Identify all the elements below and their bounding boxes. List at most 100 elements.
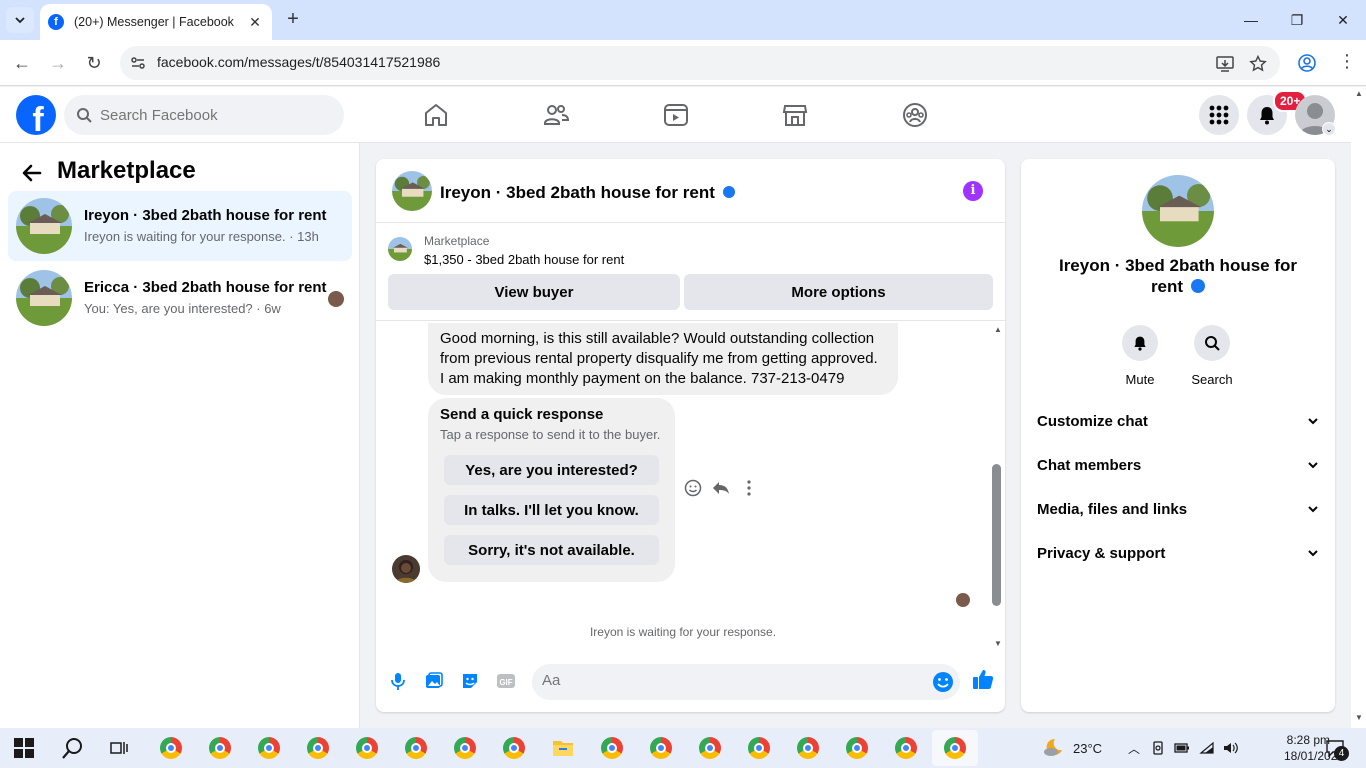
info-icon[interactable]: i	[963, 181, 983, 201]
chevron-down-icon	[1308, 506, 1318, 513]
message-input[interactable]	[542, 672, 922, 689]
system-clock[interactable]: 8:28 pm 18/01/2026	[1284, 732, 1344, 764]
taskbar-chrome-app[interactable]	[743, 734, 775, 762]
chat-header: Ireyon · 3bed 2bath house for rent i	[376, 159, 1005, 223]
view-buyer-button[interactable]: View buyer	[388, 274, 680, 310]
bookmark-star-icon[interactable]	[1249, 55, 1267, 73]
friends-icon[interactable]	[542, 101, 570, 129]
section-privacy-support[interactable]: Privacy & support	[1029, 531, 1327, 575]
battery-icon[interactable]	[1174, 741, 1190, 755]
browser-menu-icon[interactable]: ⋮	[1338, 51, 1356, 72]
chat-title[interactable]: Ireyon · 3bed 2bath house for rent	[440, 183, 735, 203]
thumbs-up-icon[interactable]	[972, 668, 994, 690]
minimize-icon[interactable]: —	[1228, 0, 1274, 40]
wifi-icon[interactable]	[1199, 740, 1215, 756]
temperature[interactable]: 23°C	[1073, 728, 1102, 768]
sticker-icon[interactable]	[460, 671, 480, 691]
gif-icon[interactable]: GIF	[496, 671, 516, 691]
browser-tab[interactable]: f (20+) Messenger | Facebook ✕	[40, 4, 272, 40]
taskbar-file-explorer[interactable]	[547, 734, 579, 762]
more-vertical-icon[interactable]	[740, 479, 758, 497]
site-info-icon[interactable]	[130, 55, 146, 71]
conversation-item[interactable]: Ericca · 3bed 2bath house for rent You: …	[8, 263, 352, 333]
taskbar-chrome-app[interactable]	[694, 734, 726, 762]
taskbar-chrome-app[interactable]	[841, 734, 873, 762]
reply-icon[interactable]	[712, 479, 730, 497]
section-customize-chat[interactable]: Customize chat	[1029, 399, 1327, 443]
quick-response-button[interactable]: Yes, are you interested?	[444, 455, 659, 485]
mute-button[interactable]: Mute	[1110, 325, 1170, 387]
chevron-down-icon	[1308, 462, 1318, 469]
profile-avatar[interactable]	[1142, 175, 1214, 247]
microphone-icon[interactable]	[388, 671, 408, 691]
page-scrollbar[interactable]: ▲ ▼	[1351, 87, 1366, 728]
taskbar-chrome-app[interactable]	[155, 734, 187, 762]
chat-scroll-thumb[interactable]	[992, 464, 1001, 606]
weather-icon[interactable]	[1041, 736, 1065, 758]
close-window-icon[interactable]: ✕	[1320, 0, 1366, 40]
video-icon[interactable]	[662, 101, 690, 129]
chat-avatar[interactable]	[392, 171, 432, 211]
account-chevron-icon[interactable]: ⌄	[1322, 122, 1336, 136]
quick-response-button[interactable]: In talks. I'll let you know.	[444, 495, 659, 525]
home-icon[interactable]	[422, 101, 450, 129]
taskbar-chrome-app[interactable]	[645, 734, 677, 762]
menu-grid-button[interactable]	[1199, 95, 1239, 135]
quick-response-button[interactable]: Sorry, it's not available.	[444, 535, 659, 565]
tab-close-icon[interactable]: ✕	[246, 14, 264, 31]
taskbar-chrome-app[interactable]	[351, 734, 383, 762]
taskbar-chrome-app[interactable]	[596, 734, 628, 762]
section-chat-members[interactable]: Chat members	[1029, 443, 1327, 487]
new-tab-button[interactable]: +	[282, 9, 304, 31]
waiting-status: Ireyon is waiting for your response.	[589, 625, 777, 639]
sender-avatar[interactable]	[392, 555, 420, 583]
taskbar-chrome-app[interactable]	[449, 734, 481, 762]
facebook-logo-icon[interactable]: f	[16, 95, 56, 135]
windows-start-icon[interactable]	[14, 738, 34, 758]
tray-chevron-icon[interactable]: ︿	[1128, 728, 1140, 768]
taskbar-search-icon[interactable]	[62, 737, 84, 759]
incoming-message[interactable]: Good morning, is this still available? W…	[428, 323, 898, 395]
message-input-box[interactable]	[532, 664, 960, 700]
taskbar-chrome-app[interactable]	[302, 734, 334, 762]
emoji-icon[interactable]	[932, 671, 954, 693]
tab-title: (20+) Messenger | Facebook	[74, 15, 234, 29]
task-view-icon[interactable]	[110, 739, 128, 757]
taskbar-chrome-app[interactable]	[792, 734, 824, 762]
taskbar-chrome-app-active[interactable]	[932, 730, 978, 766]
section-media-files-links[interactable]: Media, files and links	[1029, 487, 1327, 531]
restore-icon[interactable]: ❐	[1274, 0, 1320, 40]
react-emoji-icon[interactable]	[684, 479, 702, 497]
volume-icon[interactable]	[1222, 740, 1240, 756]
forward-icon[interactable]: →	[46, 51, 70, 75]
search-input[interactable]	[100, 106, 320, 124]
scroll-up-icon[interactable]: ▲	[994, 325, 1002, 334]
facebook-search-bar[interactable]	[64, 95, 344, 135]
marketplace-icon[interactable]	[781, 101, 809, 129]
taskbar-chrome-app[interactable]	[400, 734, 432, 762]
taskbar-chrome-app[interactable]	[204, 734, 236, 762]
conversation-item[interactable]: Ireyon · 3bed 2bath house for rent Ireyo…	[8, 191, 352, 261]
tab-search-dropdown[interactable]	[6, 7, 34, 33]
listing-thumbnail[interactable]	[388, 237, 412, 261]
groups-icon[interactable]	[901, 101, 929, 129]
profile-name: Ireyon · 3bed 2bath house for rent	[1041, 255, 1315, 297]
install-app-icon[interactable]	[1216, 55, 1234, 73]
chrome-icon	[601, 737, 623, 759]
taskbar-chrome-app[interactable]	[498, 734, 530, 762]
search-conversation-button[interactable]: Search	[1182, 325, 1242, 387]
back-arrow-icon[interactable]	[20, 161, 44, 185]
taskbar-chrome-app[interactable]	[890, 734, 922, 762]
profile-icon[interactable]	[1298, 54, 1316, 72]
back-icon[interactable]: ←	[10, 51, 34, 75]
omnibox[interactable]: facebook.com/messages/t/854031417521986	[120, 46, 1280, 80]
taskbar-chrome-app[interactable]	[253, 734, 285, 762]
photo-icon[interactable]	[424, 671, 444, 691]
more-options-button[interactable]: More options	[684, 274, 993, 310]
tray-device-icon[interactable]	[1151, 741, 1165, 755]
reload-icon[interactable]: ↻	[82, 51, 106, 75]
listing-title[interactable]: $1,350 - 3bed 2bath house for rent	[424, 252, 624, 267]
scroll-down-icon[interactable]: ▼	[994, 639, 1002, 648]
scroll-up-icon[interactable]: ▲	[1355, 89, 1363, 98]
scroll-down-icon[interactable]: ▼	[1355, 713, 1363, 722]
